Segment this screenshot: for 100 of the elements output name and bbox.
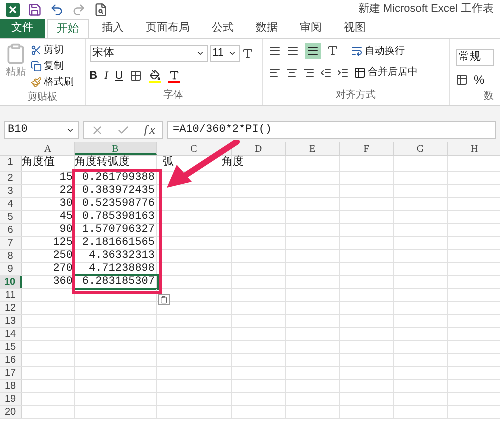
- paste-options-icon[interactable]: [158, 294, 170, 305]
- align-middle-icon[interactable]: [286, 45, 299, 57]
- ribbon-tab[interactable]: 数据: [247, 19, 287, 38]
- table-cell: 360: [22, 276, 75, 288]
- table-cell: 2.181661565: [75, 237, 157, 249]
- align-left-icon[interactable]: [268, 66, 281, 78]
- row-header[interactable]: 19: [0, 393, 22, 405]
- outdent-icon[interactable]: [320, 66, 332, 78]
- row-header[interactable]: 7: [0, 237, 22, 249]
- row-header[interactable]: 20: [0, 406, 22, 418]
- column-header[interactable]: B: [75, 142, 157, 155]
- print-preview-icon[interactable]: [94, 2, 108, 16]
- undo-icon[interactable]: [50, 2, 64, 16]
- save-icon[interactable]: [28, 2, 42, 16]
- ribbon-tab[interactable]: 插入: [93, 19, 133, 38]
- row-header[interactable]: 3: [0, 185, 22, 197]
- name-box[interactable]: B10: [4, 121, 79, 139]
- merge-cells-icon: [354, 66, 366, 78]
- align-center-icon[interactable]: [286, 66, 298, 78]
- dropdown-caret-icon: [196, 49, 205, 58]
- formula-field[interactable]: =A10/360*2*PI(): [167, 121, 496, 139]
- cell-text: 弧: [163, 156, 174, 170]
- table-cell: 角度转弧度: [75, 156, 157, 171]
- copy-icon: [31, 61, 42, 72]
- row-header[interactable]: 2: [0, 172, 22, 184]
- group-label: 数: [484, 90, 494, 104]
- row-header[interactable]: 9: [0, 263, 22, 275]
- font-name-field[interactable]: 宋体: [90, 45, 208, 62]
- ribbon-tab[interactable]: 公式: [203, 19, 243, 38]
- font-color-icon[interactable]: [168, 70, 180, 83]
- dropdown-caret-icon: [228, 49, 237, 58]
- table-cell: 125: [22, 237, 75, 249]
- table-cell: 6.283185307: [75, 276, 157, 288]
- cut-button[interactable]: 剪切: [31, 43, 74, 58]
- row-header[interactable]: 11: [0, 289, 22, 301]
- table-cell: 角度值: [22, 156, 75, 171]
- row-header[interactable]: 16: [0, 354, 22, 366]
- font-size-field[interactable]: 11: [210, 45, 240, 62]
- file-tab[interactable]: 文件: [0, 19, 45, 38]
- clipboard-icon: [5, 43, 27, 65]
- column-header[interactable]: H: [448, 142, 500, 155]
- row-header[interactable]: 13: [0, 315, 22, 327]
- align-right-icon[interactable]: [302, 66, 315, 78]
- row-header[interactable]: 12: [0, 302, 22, 314]
- clipboard-icon: [160, 296, 168, 304]
- table-cell: 0.383972435: [75, 185, 157, 197]
- row-header[interactable]: 8: [0, 250, 22, 262]
- table-cell: 4.71238898: [75, 263, 157, 275]
- copy-button[interactable]: 复制: [31, 59, 74, 74]
- bold-button[interactable]: B: [90, 68, 98, 84]
- row-header[interactable]: 15: [0, 341, 22, 353]
- column-header[interactable]: D: [232, 142, 286, 155]
- ribbon-tab[interactable]: 页面布局: [137, 19, 199, 38]
- merge-center-button[interactable]: 合并后居中: [354, 65, 418, 80]
- group-label: 剪贴板: [26, 90, 58, 105]
- excel-logo-icon[interactable]: [6, 2, 20, 16]
- align-bottom-icon[interactable]: [304, 43, 321, 59]
- group-label: 对齐方式: [334, 88, 377, 103]
- row-header[interactable]: 4: [0, 198, 22, 210]
- ribbon-tab[interactable]: 审阅: [291, 19, 331, 38]
- format-painter-button[interactable]: 格式刷: [31, 75, 74, 90]
- function-icon[interactable]: ƒx: [143, 120, 156, 140]
- underline-button[interactable]: U: [115, 68, 124, 84]
- table-cell: 22: [22, 185, 75, 197]
- row-header[interactable]: 6: [0, 224, 22, 236]
- row-header[interactable]: 14: [0, 328, 22, 340]
- group-label: 字体: [162, 88, 185, 103]
- column-header[interactable]: C: [157, 142, 232, 155]
- cell-text: 角度: [222, 156, 244, 170]
- indent-icon[interactable]: [336, 66, 349, 78]
- row-header[interactable]: 1: [0, 156, 22, 171]
- table-cell: 90: [22, 224, 75, 236]
- paintbrush-icon: [31, 77, 42, 88]
- table-cell: 30: [22, 198, 75, 210]
- fill-color-icon[interactable]: [149, 70, 162, 83]
- row-header[interactable]: 18: [0, 380, 22, 392]
- row-header[interactable]: 5: [0, 211, 22, 223]
- row-header[interactable]: 10: [0, 276, 22, 288]
- column-header[interactable]: E: [286, 142, 340, 155]
- ribbon-tab[interactable]: 视图: [335, 19, 375, 38]
- number-format-field[interactable]: 常规: [456, 49, 494, 66]
- wrap-text-button[interactable]: 自动换行: [350, 44, 405, 58]
- table-cell: 0.261799388: [75, 172, 157, 184]
- italic-button[interactable]: I: [104, 68, 108, 84]
- table-cell: 0.523598776: [75, 198, 157, 210]
- column-header[interactable]: G: [394, 142, 448, 155]
- column-header[interactable]: F: [340, 142, 394, 155]
- table-cell: 0.785398163: [75, 211, 157, 223]
- table-cell: 15: [22, 172, 75, 184]
- scissors-icon: [31, 45, 42, 56]
- ribbon-tab[interactable]: 开始: [47, 19, 89, 38]
- table-cell: 4.36332313: [75, 250, 157, 262]
- table-cell: 250: [22, 250, 75, 262]
- table-cell: 45: [22, 211, 75, 223]
- row-header[interactable]: 17: [0, 367, 22, 379]
- align-top-icon[interactable]: [268, 45, 281, 57]
- table-cell: 270: [22, 263, 75, 275]
- borders-icon[interactable]: [130, 70, 142, 82]
- table-cell: 1.570796327: [75, 224, 157, 236]
- percent-button[interactable]: %: [474, 71, 485, 89]
